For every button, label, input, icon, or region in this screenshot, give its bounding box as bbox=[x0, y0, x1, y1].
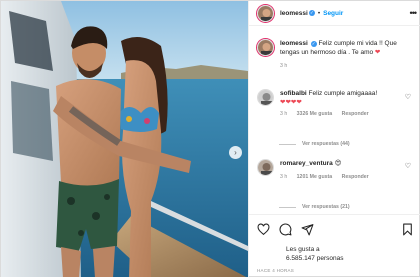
comment-likes[interactable]: 1201 Me gusta bbox=[297, 174, 332, 180]
comment-icon[interactable] bbox=[279, 223, 292, 236]
action-icons bbox=[257, 223, 314, 236]
comment-meta: 3 h 1201 Me gusta Responder bbox=[280, 174, 377, 180]
instagram-post: › leomessi ✓ • Seguir ••• leomessi ✓ Fel… bbox=[0, 0, 420, 277]
view-replies-label: Ver respuestas (44) bbox=[302, 141, 350, 147]
post-header: leomessi ✓ • Seguir ••• bbox=[249, 1, 420, 26]
timestamp[interactable]: 3 h bbox=[280, 63, 287, 69]
comment-likes[interactable]: 3326 Me gusta bbox=[297, 111, 332, 117]
bookmark-icon[interactable] bbox=[401, 223, 414, 236]
comment-item: romarey_ventura 😍 3 h 1201 Me gusta Resp… bbox=[257, 159, 417, 180]
more-options-icon[interactable]: ••• bbox=[410, 8, 418, 18]
heart-icon[interactable] bbox=[257, 223, 270, 236]
next-photo-button[interactable]: › bbox=[229, 146, 242, 159]
chevron-right-icon: › bbox=[234, 147, 237, 157]
caption-meta: 3 h bbox=[280, 63, 417, 69]
heart-emoji: ❤ bbox=[374, 49, 381, 56]
like-comment-heart-icon[interactable]: ♡ bbox=[405, 93, 411, 101]
post-timestamp[interactable]: HACE 4 HORAS bbox=[257, 268, 294, 273]
comment-item: sofibalbi Feliz cumple amigaaaa! ❤❤❤❤ 3 … bbox=[257, 89, 417, 117]
post-caption: leomessi ✓ Feliz cumple mi vida !! Que t… bbox=[257, 39, 417, 69]
post-actions: Les gusta a 6.585.147 personas HACE 4 HO… bbox=[249, 214, 420, 276]
username-link[interactable]: leomessi bbox=[280, 40, 308, 47]
share-icon[interactable] bbox=[301, 223, 314, 236]
caption-text: leomessi ✓ Feliz cumple mi vida !! Que t… bbox=[280, 39, 417, 57]
avatar[interactable] bbox=[257, 39, 274, 56]
post-photo[interactable]: › bbox=[1, 1, 248, 277]
comment-emoji: 😍 bbox=[334, 160, 342, 167]
username-link[interactable]: romarey_ventura bbox=[280, 160, 333, 167]
username-link[interactable]: leomessi bbox=[280, 10, 308, 17]
view-replies-label: Ver respuestas (21) bbox=[302, 204, 350, 210]
verified-badge-icon: ✓ bbox=[308, 10, 315, 16]
reply-button[interactable]: Responder bbox=[342, 174, 369, 180]
comment-body: Feliz cumple amigaaaa! bbox=[308, 90, 378, 97]
comment-text: sofibalbi Feliz cumple amigaaaa! ❤❤❤❤ bbox=[280, 89, 377, 107]
view-replies-button[interactable]: Ver respuestas (44) bbox=[279, 141, 350, 147]
verified-badge-icon: ✓ bbox=[310, 41, 317, 47]
timestamp[interactable]: 3 h bbox=[280, 111, 287, 117]
avatar[interactable] bbox=[257, 159, 274, 176]
likes-label: Les gusta a bbox=[286, 246, 320, 253]
separator: • bbox=[317, 9, 321, 17]
divider bbox=[279, 206, 296, 208]
post-sidebar: leomessi ✓ • Seguir ••• leomessi ✓ Feliz… bbox=[248, 1, 420, 277]
divider bbox=[279, 143, 296, 145]
comment-text: romarey_ventura 😍 bbox=[280, 159, 377, 168]
view-replies-button[interactable]: Ver respuestas (21) bbox=[279, 204, 350, 210]
follow-button[interactable]: Seguir bbox=[323, 10, 343, 17]
comment-meta: 3 h 3326 Me gusta Responder bbox=[280, 111, 377, 117]
avatar[interactable] bbox=[257, 4, 274, 22]
avatar[interactable] bbox=[257, 89, 274, 106]
couple-on-boat-image bbox=[1, 1, 248, 277]
heart-emoji: ❤❤❤❤ bbox=[280, 99, 302, 106]
username-link[interactable]: sofibalbi bbox=[280, 90, 307, 97]
likes-count[interactable]: 6.585.147 personas bbox=[286, 255, 343, 262]
reply-button[interactable]: Responder bbox=[342, 111, 369, 117]
timestamp[interactable]: 3 h bbox=[280, 174, 287, 180]
like-comment-heart-icon[interactable]: ♡ bbox=[405, 162, 411, 170]
